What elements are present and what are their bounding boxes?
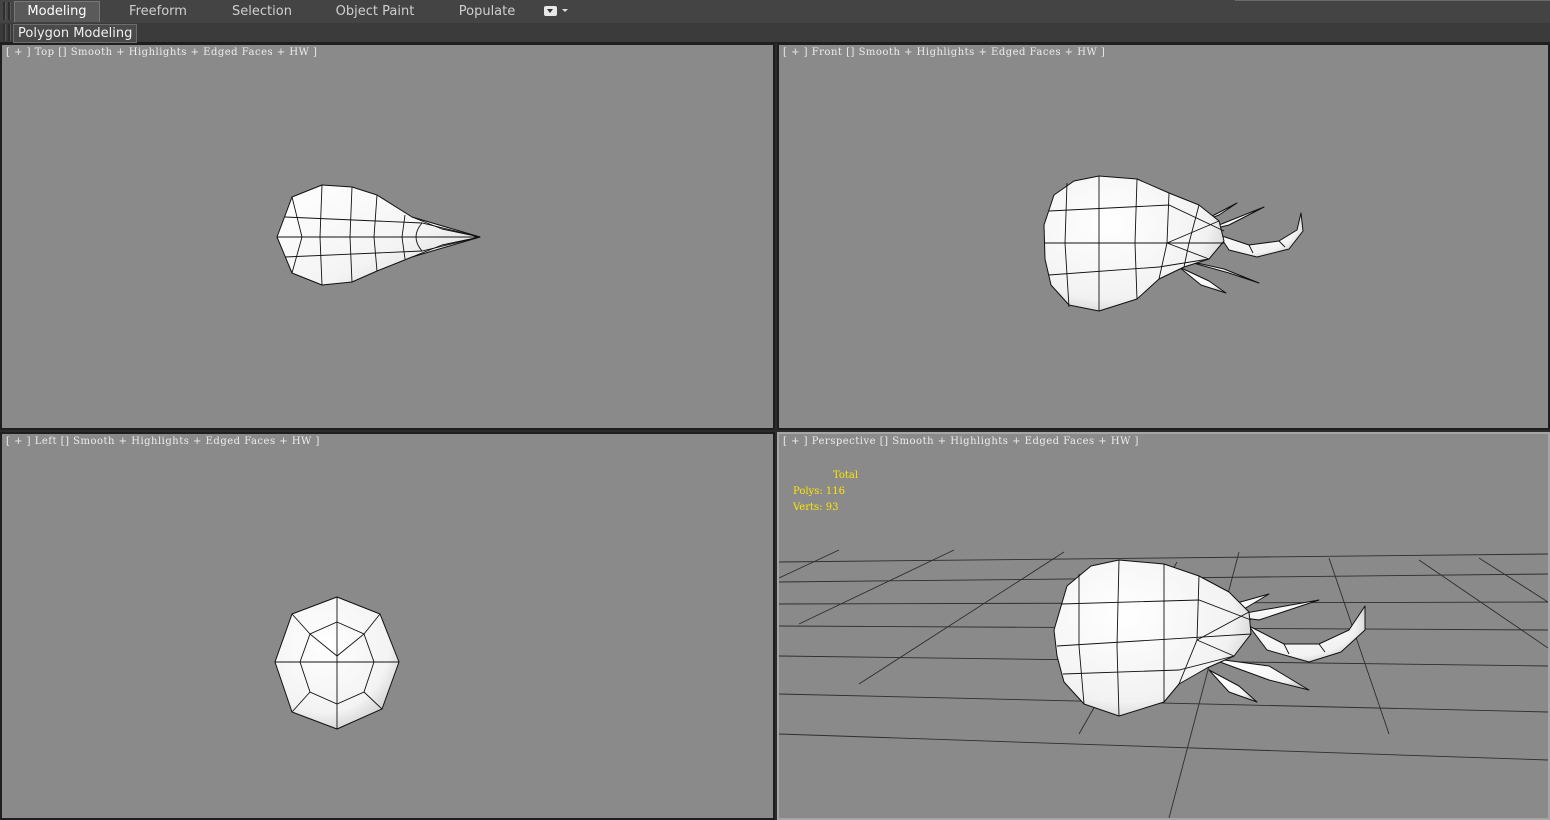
tab-selection[interactable]: Selection — [217, 2, 307, 22]
viewport-left[interactable]: [ + ] Left [] Smooth + Highlights + Edge… — [0, 432, 775, 820]
dropdown-menu-icon[interactable] — [544, 5, 568, 18]
tab-modeling[interactable]: Modeling — [14, 1, 100, 22]
viewport-perspective[interactable]: [ + ] Perspective [] Smooth + Highlights… — [777, 432, 1550, 820]
mesh-front-view — [1043, 175, 1304, 312]
viewport-top[interactable]: [ + ] Top [] Smooth + Highlights + Edged… — [0, 43, 775, 430]
ribbon-grip[interactable] — [3, 2, 6, 20]
ribbon-tab-bar: Modeling Freeform Selection Object Paint… — [0, 0, 1550, 24]
tab-populate[interactable]: Populate — [442, 2, 532, 22]
ribbon-grip[interactable] — [8, 24, 11, 41]
ribbon-grip[interactable] — [8, 2, 11, 20]
tab-freeform[interactable]: Freeform — [113, 2, 203, 22]
ribbon-panel: Polygon Modeling — [0, 23, 1550, 43]
mesh-perspective-view — [779, 549, 1548, 818]
divider — [1235, 0, 1550, 1]
viewport-front[interactable]: [ + ] Front [] Smooth + Highlights + Edg… — [777, 43, 1550, 430]
ribbon-grip[interactable] — [3, 24, 6, 41]
tab-object-paint[interactable]: Object Paint — [325, 2, 425, 22]
polygon-modeling-button[interactable]: Polygon Modeling — [13, 24, 138, 43]
mesh-top-view — [276, 184, 481, 286]
mesh-left-view — [274, 596, 400, 730]
